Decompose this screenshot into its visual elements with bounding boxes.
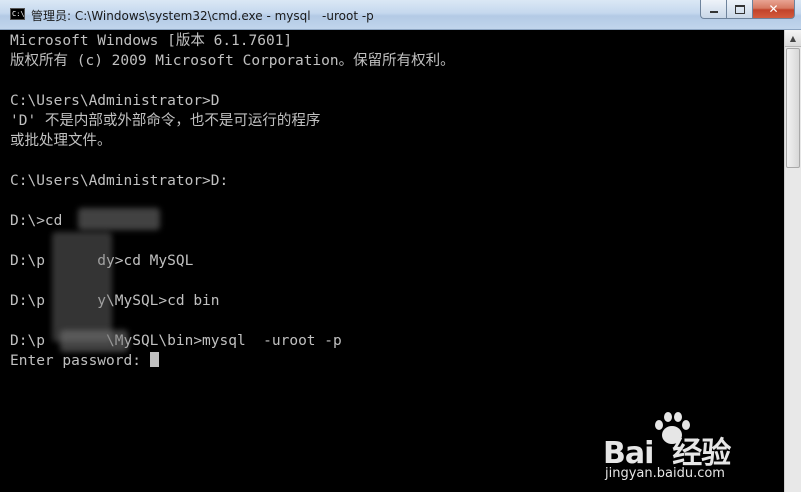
console-line: 'D' 不是内部或外部命令，也不是可运行的程序 (10, 113, 321, 129)
console-line: 或批处理文件。 (10, 133, 112, 149)
window-title: 管理员: C:\Windows\system32\cmd.exe - mysql… (31, 9, 374, 23)
redaction-blur (78, 208, 160, 230)
console-line: Microsoft Windows [版本 6.1.7601] (10, 33, 293, 49)
console-line: C:\Users\Administrator>D (10, 93, 220, 109)
console-line: C:\Users\Administrator>D: (10, 173, 229, 189)
cmd-icon[interactable]: C:\ (10, 8, 25, 20)
watermark-url: jingyan.baidu.com (605, 466, 725, 481)
baidu-jingyan-watermark: Bai 经验 jingyan.baidu.com (603, 410, 763, 481)
vertical-scrollbar[interactable]: ▲ (784, 30, 801, 492)
console-line: 版权所有 (c) 2009 Microsoft Corporation。保留所有… (10, 53, 455, 69)
redaction-blur (52, 232, 112, 342)
minimize-icon (709, 11, 718, 13)
caption-buttons: ✕ (700, 0, 795, 20)
console-line: D:\p dy>cd MySQL (10, 253, 194, 269)
minimize-button[interactable] (700, 0, 726, 19)
maximize-button[interactable] (726, 0, 752, 19)
password-prompt-line[interactable]: Enter password: (10, 351, 781, 371)
redaction-blur (60, 330, 128, 352)
scroll-thumb[interactable] (786, 48, 800, 168)
scroll-up-arrow-icon[interactable]: ▲ (785, 30, 801, 47)
close-button[interactable]: ✕ (752, 0, 795, 19)
password-prompt: Enter password: (10, 353, 150, 369)
cmd-window: C:\ 管理员: C:\Windows\system32\cmd.exe - m… (0, 0, 801, 492)
console-line: D:\p y\MySQL>cd bin (10, 293, 220, 309)
close-icon: ✕ (768, 2, 779, 16)
text-cursor (149, 352, 159, 367)
title-bar[interactable]: C:\ 管理员: C:\Windows\system32\cmd.exe - m… (0, 0, 801, 30)
maximize-icon (734, 4, 745, 14)
